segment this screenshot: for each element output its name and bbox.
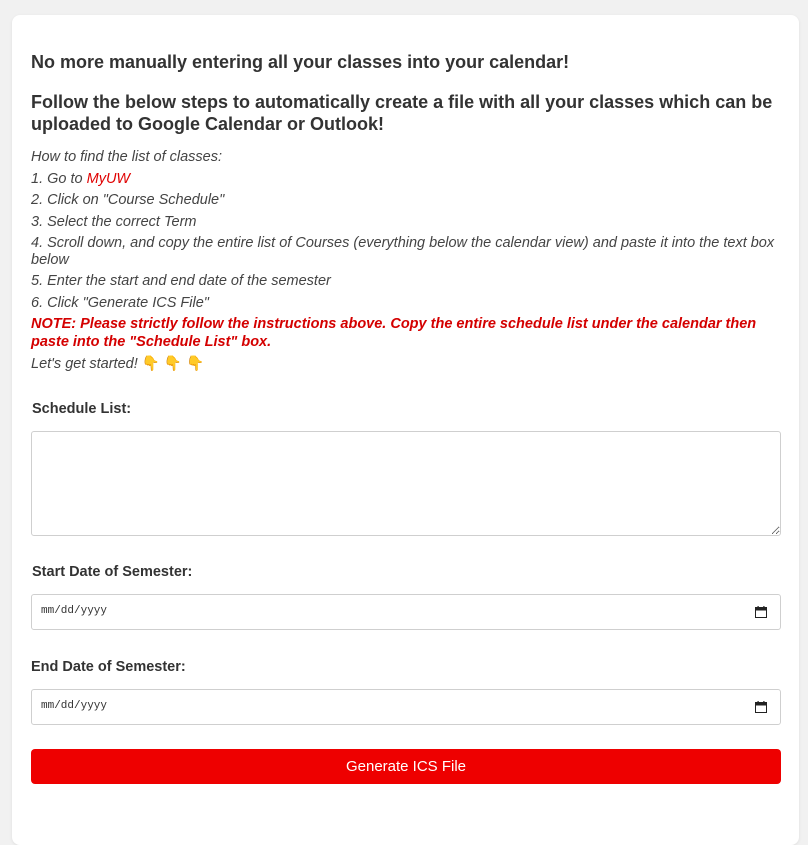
instructions-intro: How to find the list of classes: xyxy=(31,149,222,165)
start-text: Let's get started! xyxy=(31,356,138,372)
end-date-label: End Date of Semester: xyxy=(31,659,186,675)
start-date-placeholder: mm/dd/yyyy xyxy=(41,605,108,617)
end-date-placeholder: mm/dd/yyyy xyxy=(41,700,108,712)
instruction-step-3: 3. Select the correct Term xyxy=(31,213,197,230)
calendar-icon[interactable] xyxy=(755,606,767,618)
pointing-down-icon: 👇 👇 👇 xyxy=(141,356,205,372)
schedule-list-label: Schedule List: xyxy=(32,401,132,417)
generate-ics-button[interactable]: Generate ICS File xyxy=(31,749,781,784)
lets-get-started: Let's get started! 👇 👇 👇 xyxy=(31,354,781,375)
main-card: No more manually entering all your class… xyxy=(12,15,799,845)
headline-follow-steps: Follow the below steps to automatically … xyxy=(31,92,773,134)
headline-no-more-manual: No more manually entering all your class… xyxy=(31,52,570,72)
instruction-step-5: 5. Enter the start and end date of the s… xyxy=(31,273,331,289)
myuw-link[interactable]: MyUW xyxy=(87,171,131,187)
start-date-label: Start Date of Semester: xyxy=(32,564,193,580)
schedule-list-textarea[interactable] xyxy=(31,431,781,536)
calendar-icon[interactable] xyxy=(755,701,767,713)
instruction-step-2: 2. Click on "Course Schedule" xyxy=(31,192,225,208)
end-date-input[interactable]: mm/dd/yyyy xyxy=(31,689,781,725)
instruction-step-4: 4. Scroll down, and copy the entire list… xyxy=(31,235,775,268)
start-date-input[interactable]: mm/dd/yyyy xyxy=(31,594,781,630)
step1-prefix: 1. Go to xyxy=(31,170,87,187)
instructions: How to find the list of classes: 1. Go t… xyxy=(31,147,781,314)
instruction-step-6: 6. Click "Generate ICS File" xyxy=(31,294,209,311)
instruction-step-1: 1. Go to MyUW xyxy=(31,169,781,191)
note-warning: NOTE: Please strictly follow the instruc… xyxy=(31,316,757,350)
